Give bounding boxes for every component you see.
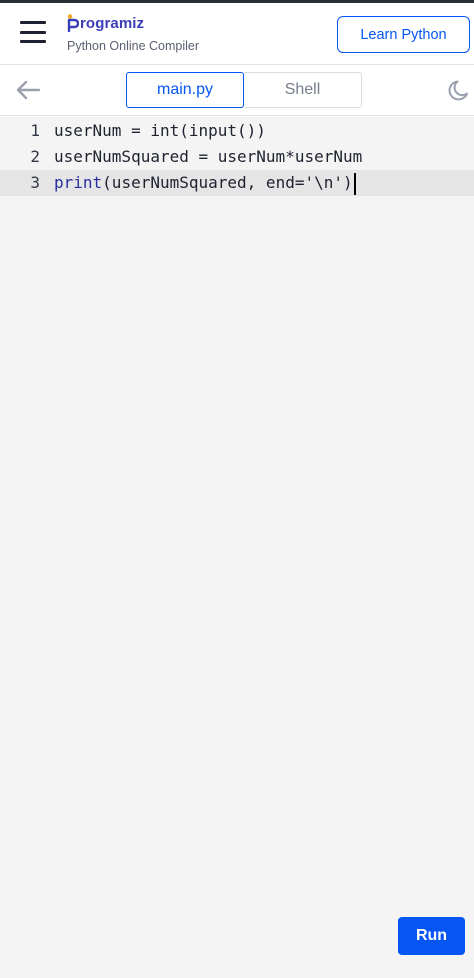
code-keyword: print xyxy=(54,173,103,192)
back-arrow-icon[interactable] xyxy=(15,78,41,102)
programiz-logo xyxy=(67,14,79,32)
brand-name: rogramiz xyxy=(80,14,145,32)
code-rest: (userNumSquared, end='\n') xyxy=(102,173,353,192)
code-line-active[interactable]: 3 print(userNumSquared, end='\n') xyxy=(0,170,474,196)
tab-bar: main.py Shell xyxy=(0,66,474,116)
moon-icon[interactable] xyxy=(447,78,471,102)
menu-icon[interactable] xyxy=(20,21,46,43)
code-text[interactable]: userNum = int(input()) xyxy=(54,118,266,144)
code-text[interactable]: userNumSquared = userNum*userNum xyxy=(54,144,362,170)
brand-subtitle: Python Online Compiler xyxy=(67,39,200,53)
line-number: 1 xyxy=(30,121,40,140)
brand-logo-row: rogramiz xyxy=(67,13,199,33)
code-line[interactable]: 1 userNum = int(input()) xyxy=(0,118,474,144)
tab-main-py[interactable]: main.py xyxy=(126,72,244,108)
text-cursor xyxy=(353,172,356,195)
run-button[interactable]: Run xyxy=(398,917,465,955)
menu-icon-bar xyxy=(20,30,46,34)
learn-python-button[interactable]: Learn Python xyxy=(337,16,470,53)
code-line[interactable]: 2 userNumSquared = userNum*userNum xyxy=(0,144,474,170)
line-number: 3 xyxy=(30,173,40,192)
brand[interactable]: rogramiz Python Online Compiler xyxy=(67,13,199,53)
code-text[interactable]: print(userNumSquared, end='\n') xyxy=(54,170,356,196)
line-number: 2 xyxy=(30,147,40,166)
code-editor[interactable]: 1 userNum = int(input()) 2 userNumSquare… xyxy=(0,117,474,978)
app-header: rogramiz Python Online Compiler Learn Py… xyxy=(0,3,474,65)
menu-icon-bar xyxy=(20,40,46,43)
menu-icon-bar xyxy=(20,21,46,24)
tab-shell[interactable]: Shell xyxy=(244,72,362,108)
